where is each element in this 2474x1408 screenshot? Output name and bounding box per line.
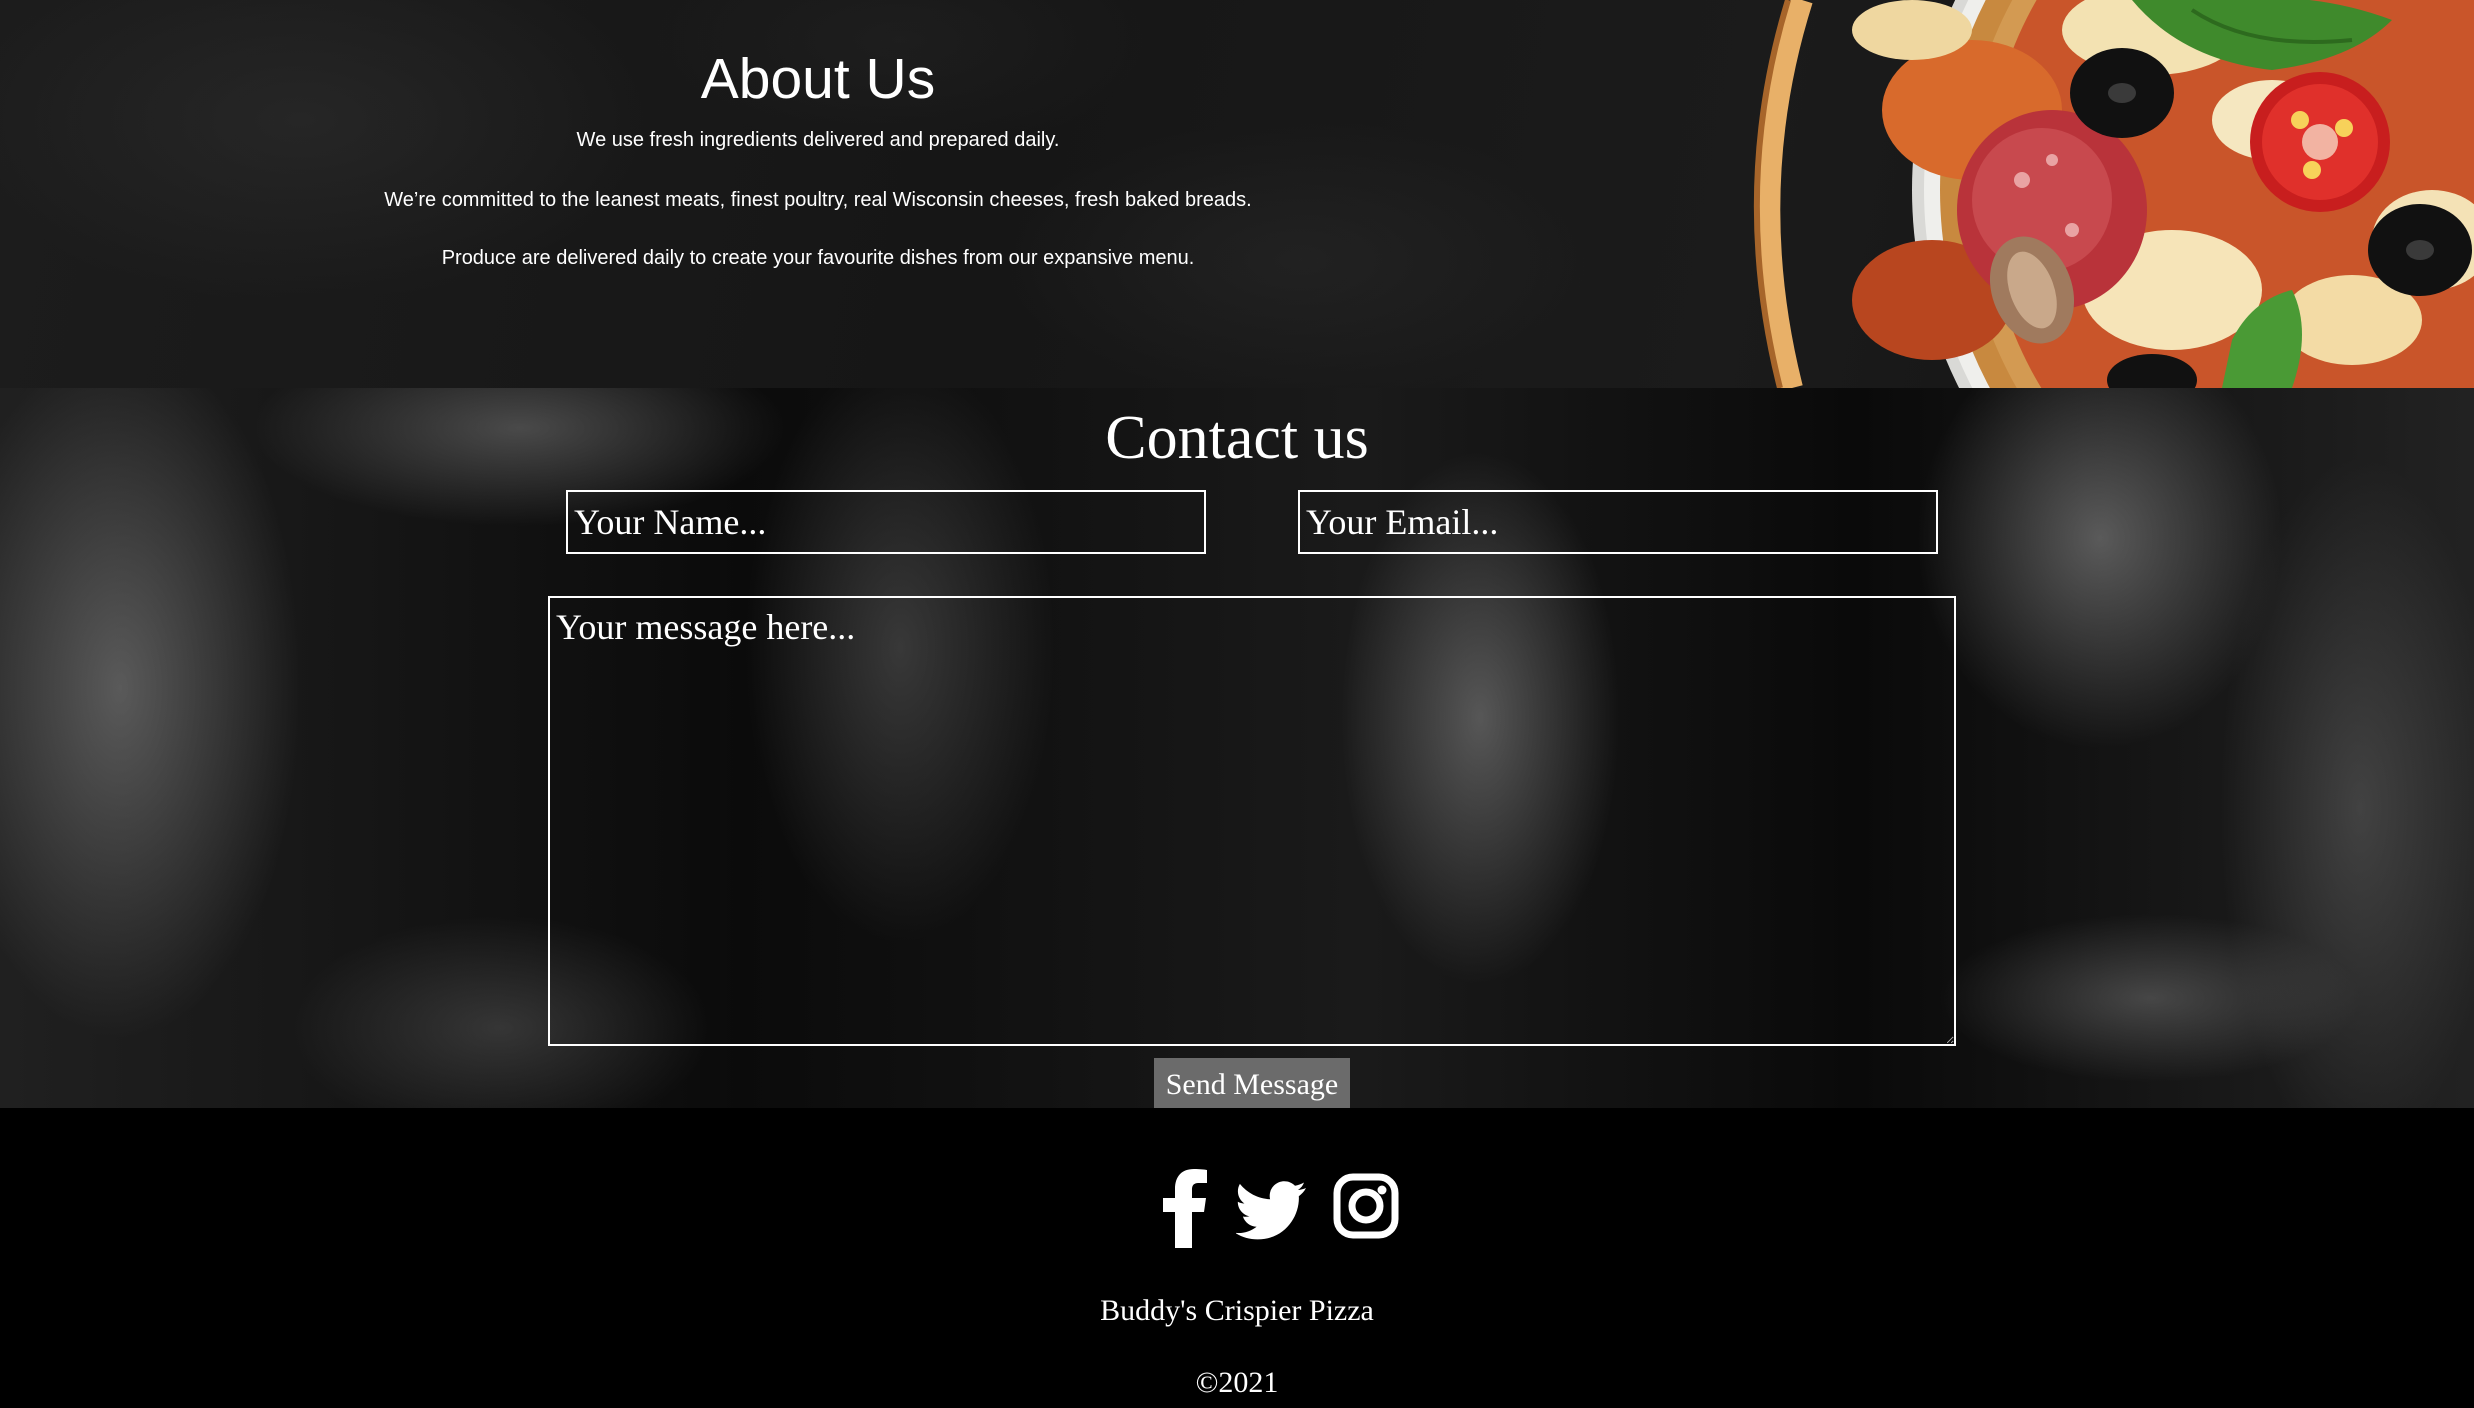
message-textarea[interactable] (548, 596, 1956, 1046)
facebook-icon[interactable] (1160, 1168, 1210, 1248)
twitter-icon[interactable] (1235, 1168, 1306, 1248)
name-input[interactable] (566, 490, 1206, 554)
contact-title: Contact us (1105, 404, 1369, 472)
about-title: About Us (700, 47, 936, 111)
contact-section: Contact us Send Message (0, 388, 2474, 1108)
about-line: We use fresh ingredients delivered and p… (576, 129, 1060, 151)
email-input[interactable] (1298, 490, 1938, 554)
pizza-image (1752, 0, 2474, 388)
instagram-icon[interactable] (1332, 1168, 1400, 1248)
footer: Buddy's Crispier Pizza ©2021 (0, 1108, 2474, 1408)
about-line: Produce are delivered daily to create yo… (441, 247, 1195, 269)
social-links (1160, 1168, 1400, 1248)
send-message-button[interactable]: Send Message (1154, 1058, 1350, 1108)
about-line: We’re committed to the leanest meats, fi… (384, 189, 1252, 211)
copyright-text: ©2021 (1195, 1366, 1279, 1399)
brand-name: Buddy's Crispier Pizza (1100, 1294, 1374, 1327)
about-section: About Us We use fresh ingredients delive… (0, 0, 2474, 388)
